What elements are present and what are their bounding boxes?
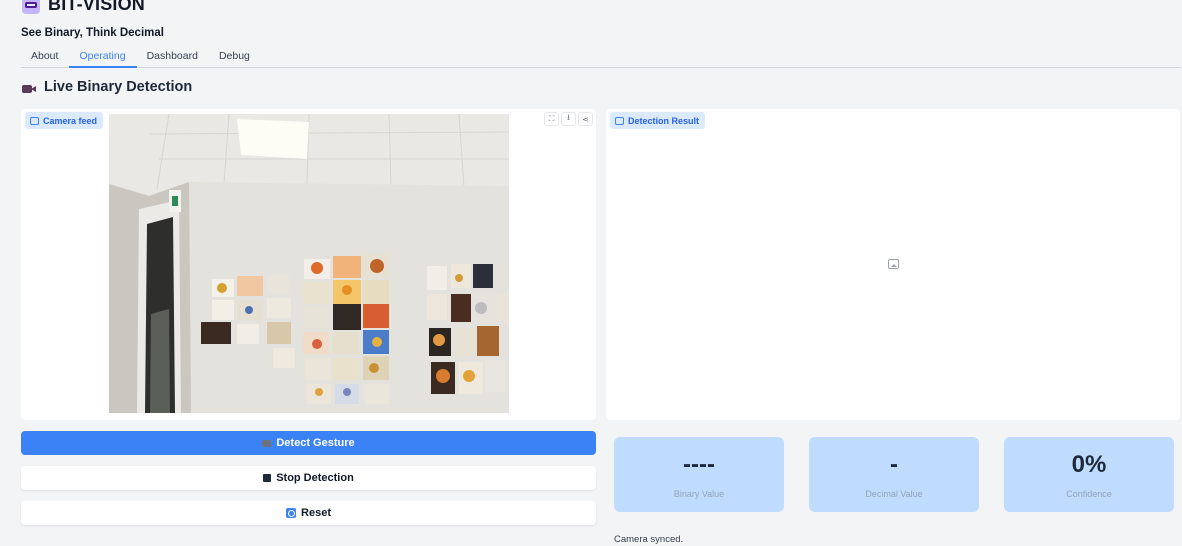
camera-actions: ⛶ ⭳ ⋖ [544,112,593,126]
camera-scene [109,114,509,413]
confidence-card: 0% Confidence [1004,437,1174,512]
robot-icon [22,0,40,14]
stop-detection-button[interactable]: Stop Detection [21,466,596,490]
detection-result-label: Detection Result [610,112,706,129]
webcam-icon [30,116,39,125]
status-text: Camera synced. [614,534,684,545]
camera-feed-panel: Camera feed ⛶ ⭳ ⋖ [21,109,596,420]
section-title: Live Binary Detection [44,79,193,95]
tab-operating[interactable]: Operating [69,45,137,68]
binary-value-card: ---- Binary Value [614,437,784,512]
binary-value-label: Binary Value [673,489,725,499]
tab-dashboard[interactable]: Dashboard [137,45,209,68]
app-header: BIT-VISION [22,0,145,15]
image-icon [615,116,624,125]
reset-button[interactable]: Reset [21,501,596,525]
app-subtitle: See Binary, Think Decimal [21,27,164,39]
detect-gesture-button[interactable]: Detect Gesture [21,431,596,455]
decimal-value-card: - Decimal Value [809,437,979,512]
video-camera-icon [22,81,37,94]
camera-feed-image [109,114,509,413]
refresh-icon [286,508,297,518]
download-icon[interactable]: ⭳ [561,112,576,126]
tab-about[interactable]: About [21,45,69,68]
decimal-value: - [890,451,898,478]
binary-value: ---- [683,451,715,478]
stop-icon [263,474,272,482]
hand-icon [262,439,272,447]
tab-debug[interactable]: Debug [209,45,261,68]
detection-result-panel: Detection Result [606,109,1180,420]
stop-detection-label: Stop Detection [276,472,354,484]
decimal-value-label: Decimal Value [865,489,923,499]
detect-gesture-label: Detect Gesture [276,437,355,449]
detection-result-label-text: Detection Result [628,115,700,126]
app-title: BIT-VISION [48,0,146,14]
image-placeholder-icon [888,259,899,269]
camera-feed-label: Camera feed [25,112,104,129]
camera-feed-label-text: Camera feed [43,115,98,126]
share-icon[interactable]: ⋖ [578,112,593,126]
reset-label: Reset [301,507,331,519]
fullscreen-icon[interactable]: ⛶ [544,112,559,126]
section-header: Live Binary Detection [22,79,192,95]
confidence-label: Confidence [1066,489,1112,499]
tab-bar: About Operating Dashboard Debug [21,45,1181,68]
confidence-value: 0% [1071,451,1107,478]
